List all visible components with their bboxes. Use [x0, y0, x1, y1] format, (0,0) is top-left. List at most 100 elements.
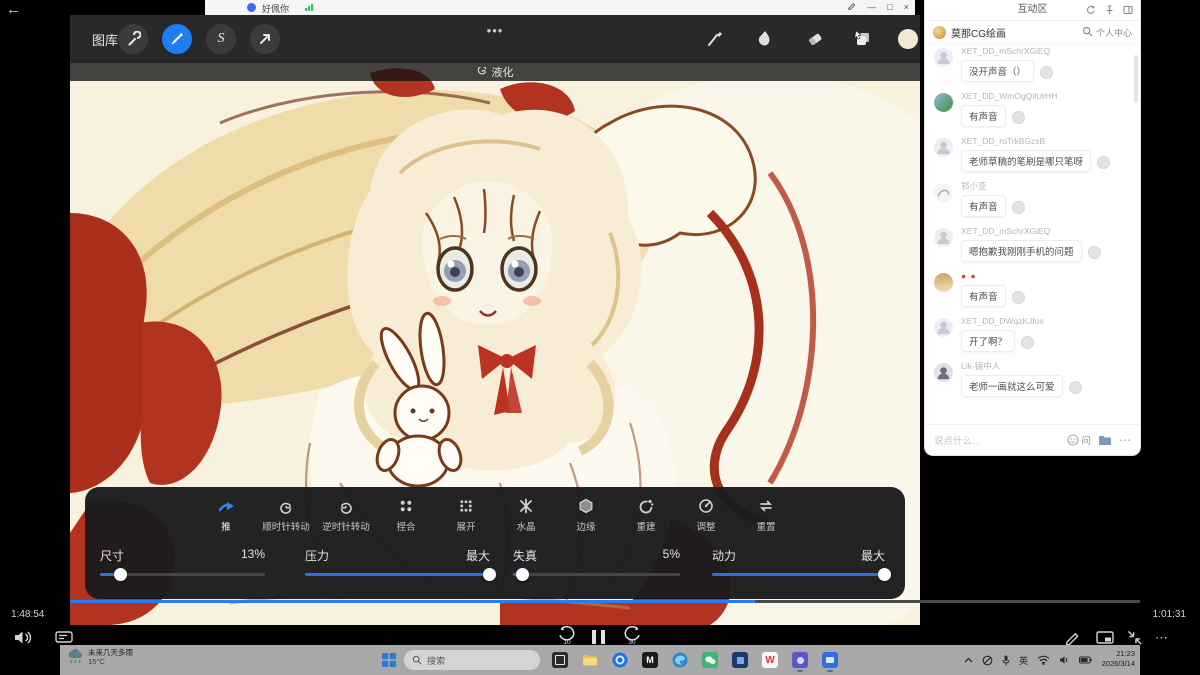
slider-thumb[interactable] — [516, 568, 529, 581]
browser-button[interactable] — [612, 652, 628, 668]
ask-question-button[interactable]: 问 — [1067, 433, 1091, 447]
emoji-react-icon[interactable] — [1097, 156, 1110, 169]
video-player: ← 好佩你 — □ × — [0, 0, 1200, 675]
paint-app-window: 图库 S ••• — [70, 15, 920, 625]
emoji-react-icon[interactable] — [1088, 246, 1101, 259]
emoji-react-icon[interactable] — [1069, 381, 1082, 394]
back-button[interactable]: ← — [6, 1, 21, 18]
blocked-circle-icon[interactable] — [982, 655, 993, 666]
size-slider-value: 13% — [241, 547, 265, 564]
tool-expand[interactable]: 展开 — [437, 496, 495, 533]
app-m-button[interactable]: M — [642, 652, 658, 668]
edge-button[interactable] — [672, 652, 688, 668]
edge-icon — [672, 652, 688, 668]
taskbar-clock[interactable]: 21:23 2026/3/14 — [1102, 649, 1135, 669]
folder-button[interactable] — [1098, 435, 1112, 446]
rewind-10-button[interactable]: 10 — [556, 626, 578, 646]
channel-name: 莫那CG绘画 — [951, 25, 1082, 40]
wrench-icon — [125, 31, 141, 47]
danmaku-icon — [55, 631, 73, 645]
progress-bar[interactable] — [70, 600, 1140, 603]
wps-button[interactable]: W — [762, 652, 778, 668]
pause-button[interactable] — [592, 630, 605, 644]
wechat-button[interactable] — [702, 652, 718, 668]
size-slider-label: 尺寸 — [100, 547, 124, 564]
momentum-slider-value: 最大 — [861, 547, 885, 564]
chat-input-bar: 说点什么... 问 ⋯ — [925, 424, 1140, 455]
maximize-button[interactable]: □ — [887, 0, 892, 15]
edge-icon — [578, 496, 594, 516]
clock-time: 21:23 — [1116, 649, 1135, 658]
transform-button[interactable] — [250, 24, 280, 54]
pressure-slider[interactable]: 压力最大 — [305, 547, 490, 576]
tool-push[interactable]: 推 — [197, 496, 255, 533]
wifi-icon[interactable] — [1037, 655, 1050, 665]
refresh-icon[interactable] — [1086, 5, 1096, 18]
start-button[interactable] — [382, 653, 396, 672]
pin-icon[interactable] — [1105, 5, 1114, 18]
brush-button[interactable] — [701, 25, 729, 53]
profile-link[interactable]: 个人中心 — [1096, 26, 1132, 39]
chat-scrollbar[interactable] — [1134, 55, 1138, 103]
tool-reconstruct[interactable]: 重建 — [617, 496, 675, 533]
chat-message: XET_DD_mSchrXGiEQ 没开声音（） — [934, 46, 1131, 82]
file-explorer-button[interactable] — [582, 652, 598, 668]
adjustments-button[interactable] — [162, 24, 192, 54]
mode-label: 液化 — [492, 64, 514, 80]
weather-widget[interactable]: 未来几天多雨15°C — [67, 648, 133, 667]
tool-pinch[interactable]: 捏合 — [377, 496, 435, 533]
app-purple-button[interactable] — [792, 652, 808, 668]
tool-adjust[interactable]: 调整 — [677, 496, 735, 533]
layers-button[interactable] — [849, 25, 877, 53]
emoji-react-icon[interactable] — [1021, 336, 1034, 349]
tool-reset[interactable]: 重置 — [737, 496, 795, 533]
app-blue-button[interactable] — [822, 652, 838, 668]
mic-icon[interactable] — [1002, 655, 1010, 666]
slider-thumb[interactable] — [114, 568, 127, 581]
more-handle-icon[interactable]: ••• — [487, 23, 504, 38]
slider-thumb[interactable] — [483, 568, 496, 581]
emoji-react-icon[interactable] — [1012, 201, 1025, 214]
search-icon[interactable] — [1082, 26, 1093, 40]
tool-crystal[interactable]: 水晶 — [497, 496, 555, 533]
smudge-button[interactable] — [751, 25, 779, 53]
emoji-react-icon[interactable] — [1040, 66, 1053, 79]
distortion-slider[interactable]: 失真5% — [513, 547, 680, 576]
taskbar-search[interactable]: 搜索 — [404, 650, 540, 670]
forward-30-button[interactable]: 30 — [621, 626, 643, 646]
chat-more-button[interactable]: ⋯ — [1119, 435, 1131, 445]
color-swatch-button[interactable] — [894, 25, 920, 53]
avatar — [934, 228, 953, 247]
chat-input[interactable]: 说点什么... — [934, 433, 1060, 447]
battery-icon[interactable] — [1079, 656, 1092, 664]
emoji-react-icon[interactable] — [1012, 291, 1025, 304]
distortion-slider-label: 失真 — [513, 547, 537, 564]
chat-message: XET_DD_mSchrXGiEQ 嗯抱歉我刚刚手机的问题 — [934, 226, 1131, 262]
slider-thumb[interactable] — [878, 568, 891, 581]
close-button[interactable]: × — [904, 0, 909, 15]
app-navy-button[interactable] — [732, 652, 748, 668]
annotate-icon[interactable] — [847, 0, 856, 15]
momentum-slider[interactable]: 动力最大 — [712, 547, 885, 576]
actions-wrench-button[interactable] — [118, 24, 148, 54]
volume-button[interactable] — [14, 629, 34, 651]
player-more-button[interactable]: ⋯ — [1155, 630, 1169, 646]
tool-edge[interactable]: 边缘 — [557, 496, 615, 533]
pencil-icon — [1064, 629, 1081, 646]
ime-indicator[interactable]: 英 — [1019, 654, 1028, 667]
size-slider[interactable]: 尺寸 13% — [100, 547, 265, 576]
task-view-button[interactable] — [552, 652, 568, 668]
tray-chevron-icon[interactable] — [964, 657, 973, 663]
taskbar-apps: M W — [552, 652, 838, 668]
minimize-button[interactable]: — — [867, 0, 876, 15]
reset-icon — [758, 496, 774, 516]
eraser-button[interactable] — [801, 25, 829, 53]
panel-icon[interactable] — [1123, 5, 1133, 18]
selection-icon: S — [218, 31, 225, 47]
tool-twirl-cw[interactable]: 顺时针转动 — [257, 496, 315, 533]
gallery-button[interactable]: 图库 — [92, 30, 118, 49]
emoji-react-icon[interactable] — [1012, 111, 1025, 124]
selection-button[interactable]: S — [206, 24, 236, 54]
tool-twirl-ccw[interactable]: 逆时针转动 — [317, 496, 375, 533]
tray-volume-icon[interactable] — [1059, 655, 1070, 665]
